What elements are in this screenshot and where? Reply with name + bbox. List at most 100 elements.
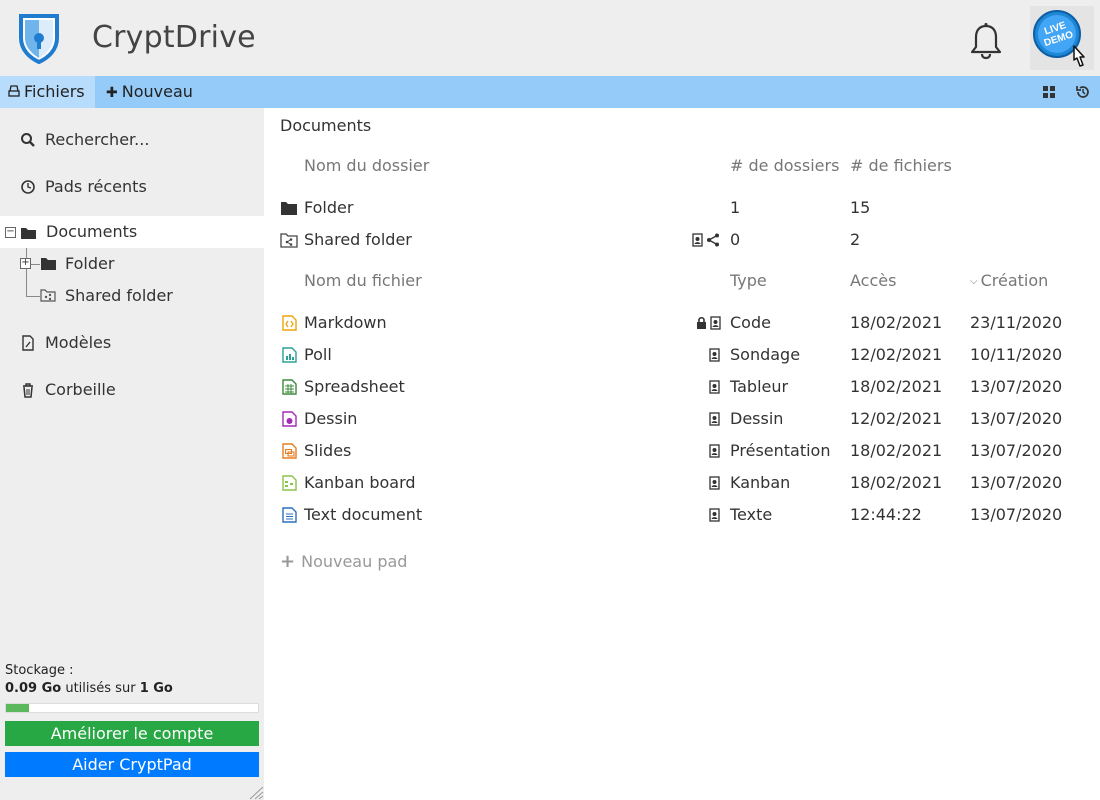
- file-row[interactable]: Dessin Dessin 12/02/2021 13/07/2020: [264, 403, 1100, 435]
- file-access: 12/02/2021: [850, 345, 943, 364]
- sidebar-item-label: Pads récents: [45, 177, 147, 196]
- file-name: Spreadsheet: [304, 377, 405, 396]
- folder-row[interactable]: Shared folder 0 2: [264, 224, 1100, 256]
- user-avatar[interactable]: LIVE DEMO: [1030, 6, 1094, 70]
- file-created: 13/07/2020: [970, 377, 1063, 396]
- header-folder-count[interactable]: # de dossiers: [730, 150, 839, 182]
- file-name: Kanban board: [304, 473, 416, 492]
- folder-icon: [41, 258, 56, 270]
- folder-name: Folder: [304, 198, 354, 217]
- header-created[interactable]: ⌵ Création: [970, 265, 1048, 297]
- file-row[interactable]: Text document Texte 12:44:22 13/07/2020: [264, 499, 1100, 531]
- header-file-name[interactable]: Nom du fichier: [304, 265, 422, 297]
- slides-file-icon: [282, 443, 297, 459]
- sidebar-item-templates[interactable]: Modèles: [0, 323, 264, 363]
- plus-icon: +: [280, 551, 296, 572]
- header-folder-name[interactable]: Nom du dossier: [304, 150, 429, 182]
- owned-icon: [709, 412, 720, 426]
- file-row[interactable]: Kanban board Kanban 18/02/2021 13/07/2020: [264, 467, 1100, 499]
- trash-icon: [23, 383, 33, 398]
- file-name: Slides: [304, 441, 352, 460]
- new-button-label: Nouveau: [121, 82, 193, 101]
- plus-icon: ✚: [106, 85, 118, 101]
- file-type: Sondage: [730, 345, 801, 364]
- collapse-icon[interactable]: −: [5, 227, 16, 238]
- sidebar-item-recent[interactable]: Pads récents: [0, 167, 264, 207]
- breadcrumb[interactable]: Documents: [280, 116, 371, 135]
- file-row[interactable]: Markdown Code 18/02/2021 23/11/2020: [264, 307, 1100, 339]
- files-button-label: Fichiers: [24, 82, 85, 101]
- file-created: 23/11/2020: [970, 313, 1063, 332]
- sidebar-item-label: Documents: [46, 222, 138, 241]
- tree-folder-label: Shared folder: [65, 286, 173, 305]
- file-type: Code: [730, 313, 771, 332]
- app-title: CryptDrive: [92, 20, 256, 55]
- header-file-count[interactable]: # de fichiers: [850, 150, 952, 182]
- header-access[interactable]: Accès: [850, 265, 896, 297]
- storage-label: Stockage :: [5, 663, 74, 678]
- kanban-file-icon: [282, 475, 297, 491]
- expand-icon[interactable]: +: [20, 258, 31, 269]
- notifications-bell-icon[interactable]: [968, 22, 1004, 60]
- file-type: Présentation: [730, 441, 831, 460]
- upgrade-account-button[interactable]: Améliorer le compte: [5, 721, 259, 746]
- storage-bar: [5, 703, 259, 713]
- folder-name: Shared folder: [304, 230, 412, 249]
- sidebar-item-search[interactable]: Rechercher...: [0, 120, 264, 160]
- storage-fill: [6, 704, 29, 712]
- history-icon[interactable]: [1074, 83, 1092, 101]
- code-file-icon: [282, 315, 297, 331]
- sidebar-item-label: Modèles: [45, 333, 112, 352]
- drive-icon: [8, 77, 20, 109]
- cryptpad-logo-icon[interactable]: [17, 12, 61, 64]
- header-created-label: Création: [980, 271, 1049, 290]
- file-access: 18/02/2021: [850, 441, 943, 460]
- sidebar-item-documents[interactable]: − Documents: [0, 216, 264, 248]
- file-name: Text document: [304, 505, 423, 524]
- file-access: 18/02/2021: [850, 473, 943, 492]
- file-created: 13/07/2020: [970, 473, 1063, 492]
- owned-icon: [709, 348, 720, 362]
- owned-icon: [709, 476, 720, 490]
- files-button[interactable]: Fichiers: [0, 76, 95, 108]
- tree-line: [26, 296, 40, 297]
- folder-subfolder-count: 0: [730, 230, 741, 249]
- resize-handle-icon[interactable]: [248, 785, 264, 800]
- file-row[interactable]: Slides Présentation 18/02/2021 13/07/2020: [264, 435, 1100, 467]
- poll-file-icon: [282, 347, 297, 363]
- template-icon: [22, 335, 34, 351]
- storage-usage: 0.09 Go utilisés sur 1 Go: [5, 681, 173, 696]
- new-pad-button[interactable]: + Nouveau pad: [280, 551, 407, 572]
- file-created: 13/07/2020: [970, 409, 1063, 428]
- sort-chevron-down-icon: ⌵: [970, 276, 978, 287]
- locked-owned-icon: [697, 316, 721, 330]
- grid-view-icon[interactable]: [1040, 83, 1058, 101]
- folder-file-count: 2: [850, 230, 861, 249]
- new-button[interactable]: ✚ Nouveau: [98, 76, 203, 108]
- folder-row[interactable]: Folder 1 15: [264, 192, 1100, 224]
- new-pad-label: Nouveau pad: [301, 552, 408, 571]
- tree-folder-label: Folder: [65, 254, 115, 273]
- top-bar: CryptDrive LIVE DEMO: [0, 0, 1100, 76]
- tree-line: [26, 248, 27, 296]
- sidebar-item-trash[interactable]: Corbeille: [0, 370, 264, 410]
- storage-used: 0.09 Go: [5, 681, 62, 696]
- folder-icon: [281, 202, 297, 215]
- file-row[interactable]: Poll Sondage 12/02/2021 10/11/2020: [264, 339, 1100, 371]
- owned-icon: [709, 380, 720, 394]
- file-created: 13/07/2020: [970, 505, 1063, 524]
- spreadsheet-file-icon: [282, 379, 297, 395]
- donate-button[interactable]: Aider CryptPad: [5, 752, 259, 777]
- sidebar: Rechercher... Pads récents − Documents +…: [0, 108, 264, 800]
- header-type[interactable]: Type: [730, 265, 767, 297]
- file-type: Kanban: [730, 473, 791, 492]
- file-name: Markdown: [304, 313, 387, 332]
- file-name: Dessin: [304, 409, 358, 428]
- owned-icon: [709, 444, 720, 458]
- file-row[interactable]: Spreadsheet Tableur 18/02/2021 13/07/2020: [264, 371, 1100, 403]
- folder-open-icon: [21, 228, 36, 239]
- drawing-file-icon: [282, 411, 297, 427]
- file-created: 10/11/2020: [970, 345, 1063, 364]
- file-created: 13/07/2020: [970, 441, 1063, 460]
- file-access: 12/02/2021: [850, 409, 943, 428]
